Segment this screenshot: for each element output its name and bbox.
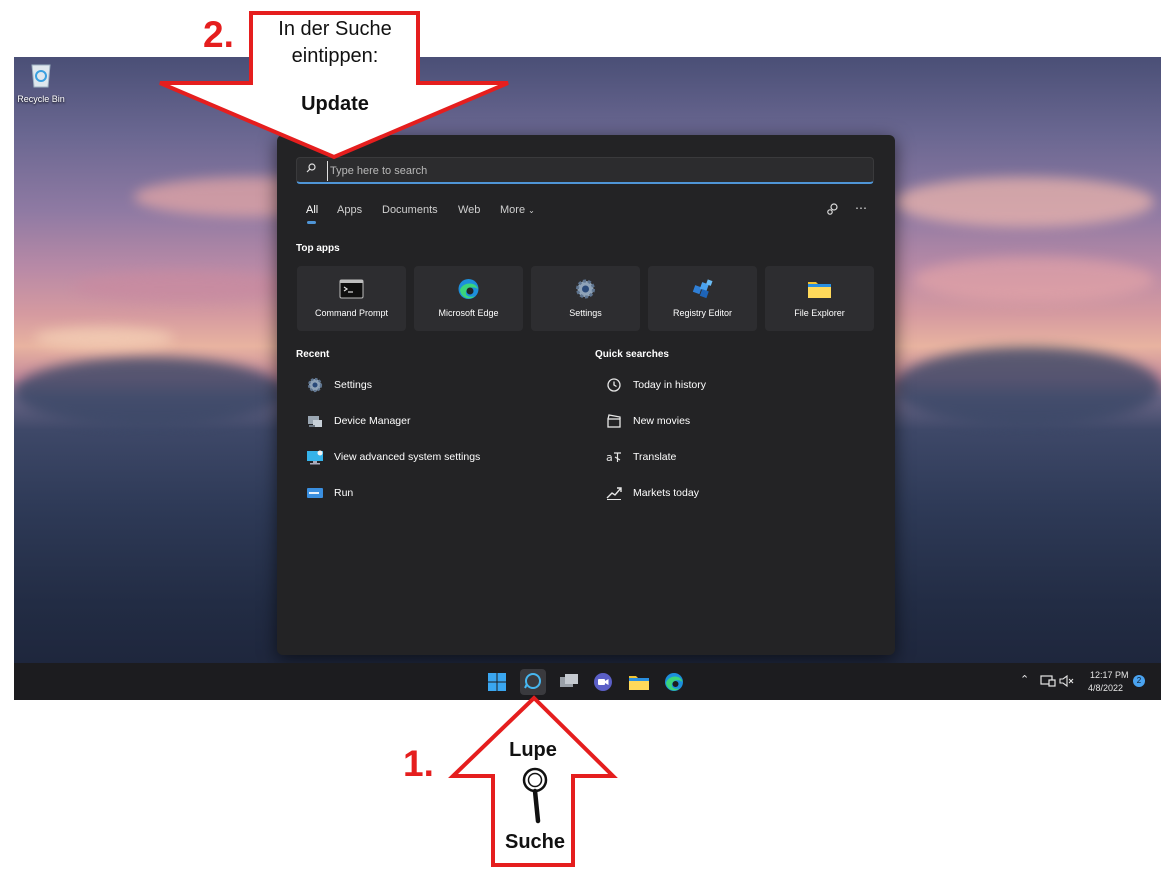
step-2-keyword: Update (301, 93, 369, 115)
step-1-number: 1. (403, 743, 434, 784)
step-1-bottom-label: Suche (504, 831, 566, 853)
step-2-line-2: eintippen: (291, 45, 379, 67)
step-2-number: 2. (203, 14, 234, 55)
callout-arrows (159, 11, 618, 867)
step-2-line-1: In der Suche (278, 18, 392, 40)
step-1-top-label: Lupe (509, 739, 557, 761)
magnifier-icon (522, 767, 548, 824)
